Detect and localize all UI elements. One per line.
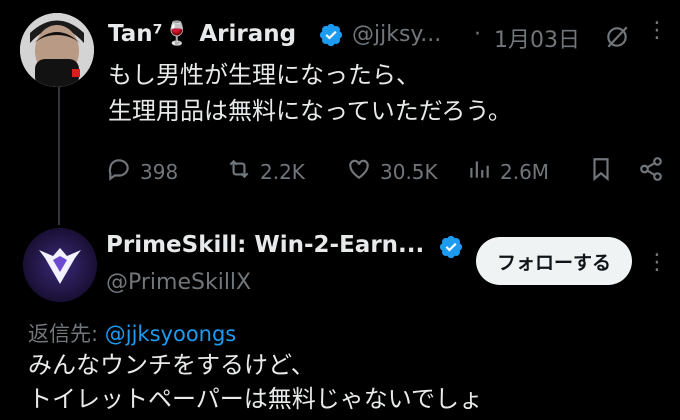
views-count: 2.6M bbox=[500, 159, 550, 184]
retweet-icon bbox=[226, 156, 252, 187]
grok-icon[interactable] bbox=[604, 24, 630, 54]
verified-icon bbox=[438, 234, 464, 264]
like-count: 30.5K bbox=[380, 159, 438, 184]
reply-to-handle[interactable]: @jjksyoongs bbox=[105, 322, 236, 346]
verified-icon bbox=[318, 22, 344, 52]
retweet-count: 2.2K bbox=[260, 159, 305, 184]
views-action[interactable]: 2.6M bbox=[466, 156, 549, 187]
avatar-primeskill[interactable] bbox=[23, 228, 97, 302]
tweet-text-line2: 生理用品は無料になっていただろう。 bbox=[108, 97, 512, 125]
like-action[interactable]: 30.5K bbox=[346, 156, 438, 187]
views-icon bbox=[466, 156, 492, 187]
avatar-tan[interactable] bbox=[20, 13, 94, 87]
more-icon[interactable]: ⋮ bbox=[646, 18, 668, 43]
share-icon[interactable] bbox=[638, 156, 664, 186]
follow-button[interactable]: フォローする bbox=[476, 237, 632, 285]
bookmark-icon[interactable] bbox=[588, 156, 614, 186]
tweet-text-line1: もし男性が生理になったら、 bbox=[108, 61, 420, 89]
like-icon bbox=[346, 156, 372, 187]
separator-dot: · bbox=[474, 22, 481, 47]
thread-line bbox=[58, 85, 60, 225]
reply-text-line1: みんなウンチをするけど、 bbox=[28, 351, 315, 379]
reply-handle[interactable]: @PrimeSkillX bbox=[106, 270, 251, 295]
reply-count: 398 bbox=[140, 159, 179, 184]
tweet-handle[interactable]: @jjksy... bbox=[352, 22, 441, 47]
reply-to-prefix: 返信先: bbox=[28, 322, 99, 346]
tweet-display-name[interactable]: Tan⁷🍷 Arirang bbox=[108, 20, 296, 47]
reply-display-name[interactable]: PrimeSkill: Win-2-Earn... bbox=[106, 232, 424, 258]
reply-icon bbox=[106, 156, 132, 187]
reply-to-line: 返信先: @jjksyoongs bbox=[28, 318, 236, 348]
retweet-action[interactable]: 2.2K bbox=[226, 156, 305, 187]
reply-action[interactable]: 398 bbox=[106, 156, 178, 187]
reply-text-line2: トイレットペーパーは無料じゃないでしょ bbox=[28, 385, 484, 413]
tweet-date[interactable]: 1月03日 bbox=[494, 22, 580, 54]
reply-more-icon[interactable]: ⋮ bbox=[646, 250, 668, 275]
